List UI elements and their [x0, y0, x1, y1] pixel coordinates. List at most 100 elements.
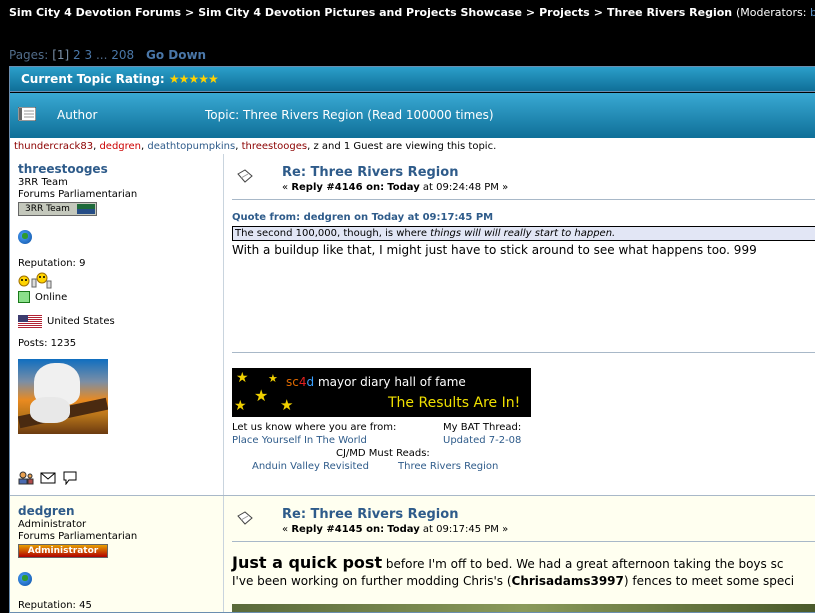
post-body-a: before I'm off to bed. We had a great af… — [382, 557, 784, 571]
poster-rank: Forums Parliamentarian — [18, 531, 138, 542]
topic-title: Topic: Three Rivers Region (Read 100000 … — [205, 108, 494, 122]
post-body-b-bold: Chrisadams3997 — [511, 574, 624, 588]
post: dedgren Administrator Forums Parliamenta… — [10, 496, 815, 612]
poster-info: threestooges 3RR Team Forums Parliamenta… — [18, 162, 218, 434]
meta-day: Today — [387, 182, 420, 193]
post-body-b-pre: I've been working on further modding Chr… — [232, 574, 512, 588]
pagination: Pages: [1] 2 3 ... 208 Go Down — [9, 48, 206, 62]
banner-results: The Results Are In! — [388, 395, 521, 411]
subject-separator — [232, 199, 815, 200]
topic-rating-bar: Current Topic Rating: ★★★★★ — [10, 67, 815, 92]
poster-group: 3RR Team — [18, 177, 68, 188]
post-body: With a buildup like that, I might just h… — [232, 243, 757, 257]
globe-icon[interactable] — [18, 230, 32, 244]
poster-name-link[interactable]: dedgren — [18, 504, 75, 518]
meta-reply: Reply #4146 on: — [291, 182, 385, 193]
poster-info: dedgren Administrator Forums Parliamenta… — [18, 504, 218, 611]
topic-frame: Current Topic Rating: ★★★★★ Author Topic… — [9, 66, 815, 613]
pages-ellipsis: ... — [95, 48, 108, 62]
poster-group: Administrator — [18, 519, 87, 530]
country-label: United States — [47, 316, 115, 327]
poster-name-link[interactable]: threestooges — [18, 162, 108, 176]
topic-header: Author Topic: Three Rivers Region (Read … — [10, 92, 815, 138]
rank-badge: Administrator — [18, 544, 108, 558]
post-divider — [223, 496, 224, 612]
sig-cjmd: CJ/MD Must Reads: — [336, 448, 430, 459]
globe-icon[interactable] — [18, 572, 32, 586]
post-icon — [237, 169, 253, 183]
rank-badge: 3RR Team — [18, 202, 97, 216]
meta-prefix: « — [282, 524, 289, 535]
moderators-label: (Moderators: — [735, 6, 807, 19]
post-meta: « Reply #4146 on: Today at 09:24:48 PM » — [282, 182, 508, 193]
online-status: Online — [18, 291, 218, 303]
page-2-link[interactable]: 2 — [73, 48, 81, 62]
viewer-link[interactable]: dedgren — [99, 141, 141, 152]
smiley-icon[interactable] — [18, 271, 52, 289]
pages-label: Pages: — [9, 48, 49, 62]
moderator-link[interactable]: burgsabre87 — [810, 6, 815, 19]
post: threestooges 3RR Team Forums Parliamenta… — [10, 154, 815, 496]
page-3-link[interactable]: 3 — [84, 48, 92, 62]
post-icon — [237, 511, 253, 525]
meta-time: at 09:17:45 PM — [422, 524, 499, 535]
sig-three-rivers-link[interactable]: Three Rivers Region — [398, 461, 498, 472]
moderators: (Moderators: burgsabre87 — [736, 6, 815, 19]
breadcrumb-forums[interactable]: Sim City 4 Devotion Forums — [9, 6, 181, 19]
signature-separator — [232, 352, 815, 353]
post-subject-link[interactable]: Re: Three Rivers Region — [282, 165, 458, 180]
reputation: Reputation: 45 — [18, 600, 92, 611]
banner-title-4: 4 — [298, 375, 307, 389]
online-label: Online — [35, 291, 68, 303]
sig-updated-link[interactable]: Updated 7-2-08 — [443, 435, 521, 446]
page-last-link[interactable]: 208 — [111, 48, 134, 62]
post-meta: « Reply #4145 on: Today at 09:17:45 PM » — [282, 524, 508, 535]
country: United States — [18, 315, 218, 328]
breadcrumb-separator: > — [593, 6, 603, 19]
post-body-lead: Just a quick post — [232, 553, 383, 572]
sig-anduin-link[interactable]: Anduin Valley Revisited — [252, 461, 369, 472]
quote-text-italic: things will will really start to happen. — [430, 228, 616, 239]
viewer-link[interactable]: thundercrack83 — [14, 141, 93, 152]
viewer-link[interactable]: deathtopumpkins — [147, 141, 235, 152]
go-down-link[interactable]: Go Down — [146, 48, 206, 62]
post-body-b-post: ) fences to meet some speci — [623, 574, 795, 588]
signature-banner[interactable]: ★ ★ ★ ★ ★ sc4d mayor diary hall of fame The … — [232, 368, 531, 417]
viewer-link[interactable]: threestooges — [242, 141, 308, 152]
rating-stars-icon: ★★★★★ — [168, 72, 219, 86]
breadcrumb-separator: > — [525, 6, 536, 19]
quote-header-link[interactable]: Quote from: dedgren on Today at 09:17:45… — [232, 212, 493, 223]
meta-reply: Reply #4145 on: — [291, 524, 385, 535]
viewers-rest: , z and 1 Guest are viewing this topic. — [307, 141, 497, 152]
quote-block: The second 100,000, though, is where thi… — [232, 226, 815, 241]
post-divider — [223, 154, 224, 495]
post-count: Posts: 1235 — [18, 338, 77, 349]
breadcrumb-separator: > — [185, 6, 195, 19]
breadcrumb-projects[interactable]: Projects — [539, 6, 590, 19]
banner-title-d: d — [306, 375, 315, 389]
breadcrumb-showcase[interactable]: Sim City 4 Devotion Pictures and Project… — [198, 6, 522, 19]
sig-place-link[interactable]: Place Yourself In The World — [232, 435, 367, 446]
sig-let-us-know: Let us know where you are from: — [232, 422, 397, 433]
profile-icon[interactable] — [18, 471, 34, 485]
quote-text: The second 100,000, though, is where — [235, 228, 431, 239]
post-subject-link[interactable]: Re: Three Rivers Region — [282, 507, 458, 522]
breadcrumb-topic[interactable]: Three Rivers Region — [607, 6, 732, 19]
rank-badge-label: 3RR Team — [25, 204, 70, 214]
meta-prefix: « — [282, 182, 289, 193]
author-column-header: Author — [57, 108, 98, 122]
banner-title-sc: sc — [286, 375, 299, 389]
online-icon — [18, 291, 30, 303]
page-current: [1] — [52, 48, 70, 62]
breadcrumb: Sim City 4 Devotion Forums > Sim City 4 De… — [9, 6, 815, 22]
topic-icon — [18, 107, 36, 121]
meta-suffix: » — [502, 524, 509, 535]
poster-rank: Forums Parliamentarian — [18, 189, 138, 200]
meta-time: at 09:24:48 PM — [422, 182, 499, 193]
email-icon[interactable] — [40, 471, 56, 485]
sig-bat-thread: My BAT Thread: — [443, 422, 522, 433]
message-icon[interactable] — [62, 471, 78, 485]
rating-label: Current Topic Rating: — [21, 72, 165, 86]
reputation-icons — [18, 271, 218, 289]
reputation: Reputation: 9 — [18, 258, 86, 269]
